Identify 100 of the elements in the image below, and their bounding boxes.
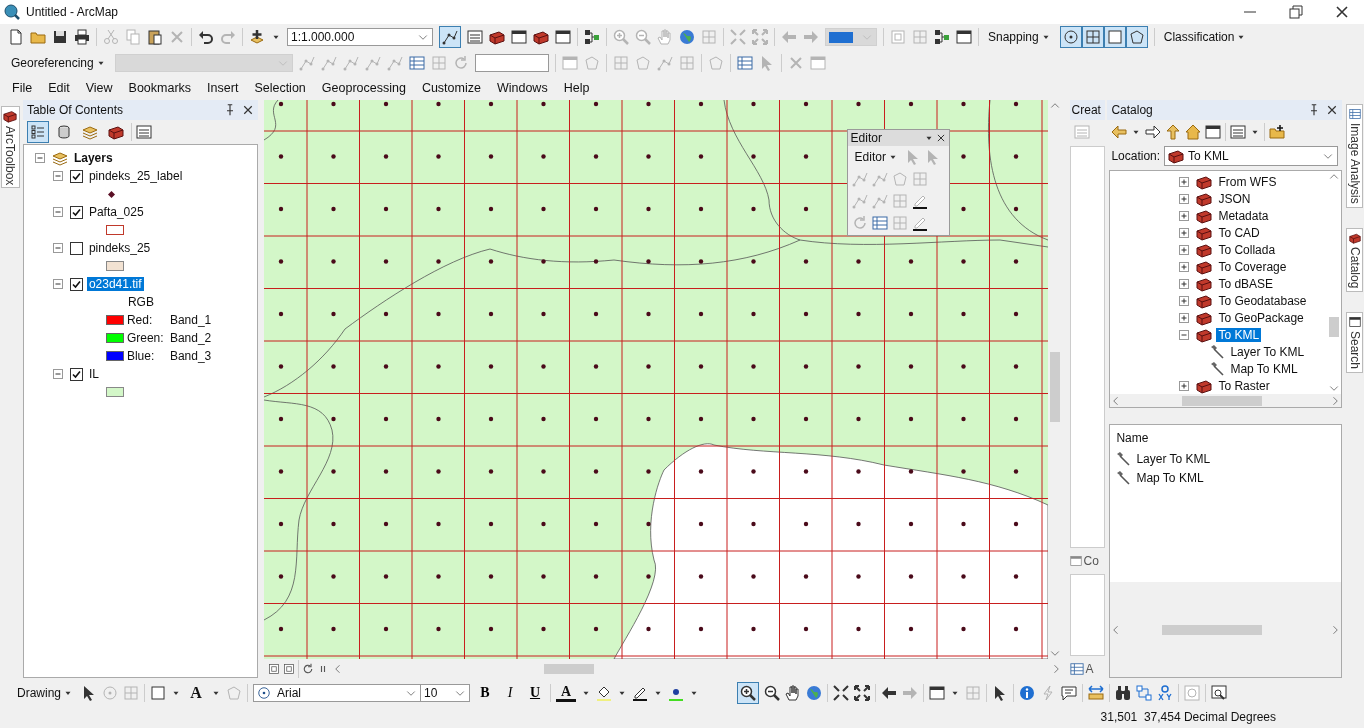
- toolset-item[interactable]: To Geodatabase: [1216, 293, 1309, 308]
- line-icon[interactable]: [851, 171, 868, 187]
- data-view-icon[interactable]: [267, 663, 280, 675]
- text-tool[interactable]: A: [186, 684, 206, 702]
- xy-icon[interactable]: [1157, 685, 1173, 701]
- toolset-item[interactable]: Metadata: [1216, 208, 1271, 223]
- toolbox-icon[interactable]: [533, 29, 549, 45]
- menu-item[interactable]: Customize: [413, 78, 489, 98]
- close-icon[interactable]: [1334, 4, 1350, 20]
- zoom-out-icon[interactable]: [764, 685, 780, 701]
- layer-name[interactable]: IL: [86, 367, 101, 381]
- delete-icon[interactable]: [787, 55, 804, 71]
- close-icon[interactable]: [241, 104, 254, 116]
- layer-checkbox[interactable]: [69, 367, 83, 381]
- tool-item[interactable]: Map To KML: [1228, 361, 1300, 376]
- polygon-icon[interactable]: [583, 55, 600, 71]
- menu-item[interactable]: Windows: [488, 78, 556, 98]
- georeferencing-menu[interactable]: Georeferencing: [8, 54, 109, 72]
- tool-item[interactable]: Layer To KML: [1228, 344, 1307, 359]
- pen-icon[interactable]: [911, 215, 928, 231]
- editor-menu[interactable]: Editor: [851, 148, 901, 166]
- scrollbar-thumb[interactable]: [1329, 317, 1340, 337]
- menu-item[interactable]: Help: [555, 78, 598, 98]
- menu-item[interactable]: Selection: [246, 78, 314, 98]
- data-frame-label[interactable]: Layers: [71, 151, 115, 165]
- menu-item[interactable]: Bookmarks: [120, 78, 200, 98]
- rotate-icon[interactable]: [452, 55, 469, 71]
- viewer-window-icon[interactable]: [1211, 685, 1227, 701]
- route-icon[interactable]: [1136, 685, 1152, 701]
- restore-icon[interactable]: [1288, 4, 1304, 20]
- layer-name[interactable]: Pafta_025: [86, 205, 146, 219]
- table-icon[interactable]: [408, 55, 425, 71]
- layer-checkbox[interactable]: [69, 241, 83, 255]
- horizontal-scrollbar[interactable]: [1110, 582, 1342, 677]
- font-field[interactable]: Arial: [253, 684, 421, 702]
- printer-icon[interactable]: [74, 29, 90, 45]
- graph-icon[interactable]: [584, 29, 600, 45]
- toolset-item[interactable]: To Coverage: [1216, 259, 1289, 274]
- undo-icon[interactable]: [198, 29, 214, 45]
- menu-item[interactable]: Insert: [199, 78, 247, 98]
- lightning-icon[interactable]: [1040, 685, 1056, 701]
- toolset-item[interactable]: JSON: [1216, 191, 1253, 206]
- dock-tab[interactable]: ArcToolbox: [1, 106, 20, 188]
- new-document-icon[interactable]: [8, 29, 24, 45]
- dock-tab[interactable]: Search: [1346, 312, 1364, 374]
- scrollbar-thumb[interactable]: [1182, 395, 1263, 406]
- layer-name[interactable]: pindeks_25_label: [86, 169, 185, 183]
- layer-checkbox[interactable]: [69, 169, 83, 183]
- text-style-button[interactable]: I: [500, 685, 520, 701]
- scrollbar-thumb[interactable]: [1049, 352, 1060, 422]
- page-zoom-field[interactable]: [825, 28, 877, 46]
- pen-icon[interactable]: [632, 685, 648, 701]
- polygon-icon[interactable]: [226, 685, 242, 701]
- layer-checkbox[interactable]: [69, 277, 83, 291]
- drawing-menu[interactable]: Drawing: [14, 684, 76, 702]
- clock-icon[interactable]: [1184, 685, 1200, 701]
- dock-tab[interactable]: Image Analysis: [1346, 104, 1364, 208]
- snapping-menu[interactable]: Snapping: [985, 28, 1054, 46]
- add-data-icon[interactable]: [249, 29, 265, 45]
- toolset-item[interactable]: To Raster: [1216, 378, 1272, 393]
- folder-icon[interactable]: [30, 29, 46, 45]
- input-field[interactable]: [474, 54, 549, 72]
- panel-tab[interactable]: A: [1069, 658, 1106, 680]
- polygon-icon[interactable]: [707, 55, 724, 71]
- layer-name[interactable]: o23d41.tif: [86, 277, 144, 291]
- ruler-icon[interactable]: [1088, 685, 1104, 701]
- refresh-icon[interactable]: [301, 663, 314, 675]
- save-icon[interactable]: [52, 29, 68, 45]
- pen-icon[interactable]: [911, 193, 928, 209]
- speech-bubble-icon[interactable]: [1061, 685, 1077, 701]
- font-size-field[interactable]: 10: [420, 684, 470, 702]
- dock-tab[interactable]: Catalog: [1346, 227, 1364, 293]
- font-color-button[interactable]: A: [556, 684, 576, 702]
- line-icon[interactable]: [871, 171, 888, 187]
- close-icon[interactable]: [935, 133, 946, 143]
- clipboard-icon[interactable]: [147, 29, 163, 45]
- layer-checkbox[interactable]: [69, 205, 83, 219]
- globe-icon[interactable]: [806, 685, 822, 701]
- toolset-item[interactable]: From WFS: [1216, 174, 1279, 189]
- hand-icon[interactable]: [785, 685, 801, 701]
- horizontal-scrollbar[interactable]: [1110, 394, 1342, 407]
- map-drawing[interactable]: [263, 100, 1048, 659]
- arrow-left-icon[interactable]: [881, 685, 897, 701]
- polygon-icon[interactable]: [891, 171, 908, 187]
- toolset-item[interactable]: To Collada: [1216, 242, 1278, 257]
- rotate-icon[interactable]: [102, 685, 118, 701]
- rectangle-icon[interactable]: [150, 685, 166, 701]
- vertical-scrollbar[interactable]: [1327, 171, 1342, 394]
- polygon-icon[interactable]: [634, 55, 651, 71]
- menu-item[interactable]: Edit: [40, 78, 78, 98]
- scale-field[interactable]: 1:1.000.000: [287, 28, 433, 46]
- menu-item[interactable]: File: [4, 78, 41, 98]
- arrows-icon[interactable]: [854, 685, 870, 701]
- copy-icon[interactable]: [125, 29, 141, 45]
- text-style-button[interactable]: U: [525, 685, 545, 701]
- toolset-item[interactable]: To CAD: [1216, 225, 1262, 240]
- toolset-item[interactable]: To dBASE: [1216, 276, 1276, 291]
- arrow-up-icon[interactable]: [1165, 124, 1182, 140]
- layer-name[interactable]: pindeks_25: [86, 241, 153, 255]
- classification-menu[interactable]: Classification: [1160, 28, 1250, 46]
